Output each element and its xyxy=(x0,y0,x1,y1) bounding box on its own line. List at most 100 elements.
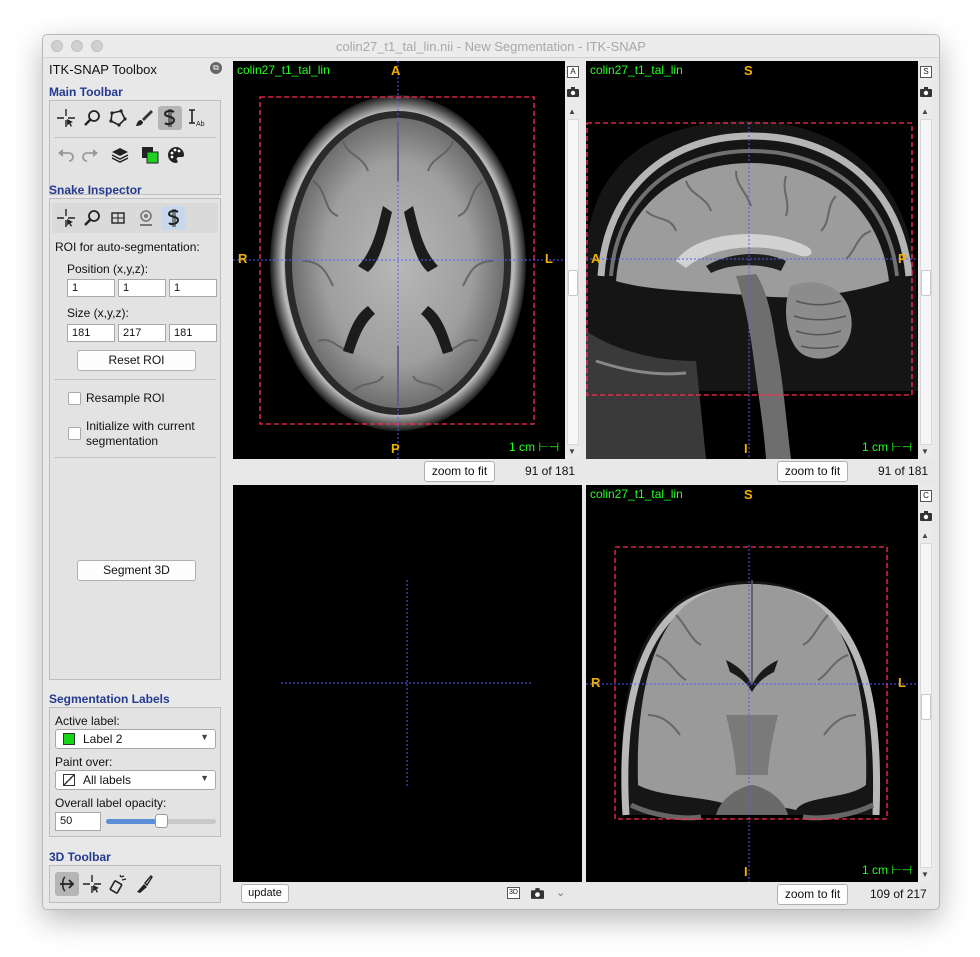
3d-layout-icon[interactable]: 3D xyxy=(507,887,520,899)
axial-layout-icon[interactable]: A xyxy=(567,66,579,78)
paint-over-value: All labels xyxy=(83,773,132,787)
undo-icon[interactable] xyxy=(54,143,78,167)
snake-tool-icon[interactable] xyxy=(158,106,182,130)
axial-view[interactable]: colin27_t1_tal_lin A P R L 1 cm ⊢⊣ xyxy=(233,61,565,459)
axial-view-sidebar: A ▲ ▼ xyxy=(565,61,581,459)
crosshair-tool-icon[interactable] xyxy=(54,106,78,130)
coronal-left-annotation: R xyxy=(591,675,601,690)
inspector-divider xyxy=(54,379,216,380)
position-x-field[interactable]: 1 xyxy=(67,279,115,297)
sagittal-view[interactable]: colin27_t1_tal_lin S I A P 1 cm ⊢⊣ xyxy=(586,61,918,459)
3d-crosshair-scene xyxy=(281,580,531,787)
sagittal-scroll-down-icon[interactable]: ▼ xyxy=(921,447,929,456)
step-roi-icon[interactable] xyxy=(106,206,130,230)
coronal-zoom-to-fit-button[interactable]: zoom to fit xyxy=(777,884,848,905)
size-y-field[interactable]: 217 xyxy=(118,324,166,342)
axial-view-footer: zoom to fit 91 of 181 xyxy=(233,459,581,483)
annotation-tool-icon[interactable]: Ab xyxy=(184,106,208,130)
axial-screenshot-camera-icon[interactable] xyxy=(567,87,579,97)
title-bar: colin27_t1_tal_lin.nii - New Segmentatio… xyxy=(43,35,939,58)
toolbar-divider xyxy=(54,137,216,138)
3d-view[interactable] xyxy=(233,485,582,882)
polygon-tool-icon[interactable] xyxy=(106,106,130,130)
3d-view-footer: update 3D ⌄ xyxy=(233,882,582,906)
size-label: Size (x,y,z): xyxy=(67,306,129,320)
coronal-slice-handle[interactable] xyxy=(921,694,931,720)
opacity-slider-handle[interactable] xyxy=(155,814,168,828)
axial-scale-bar: 1 cm ⊢⊣ xyxy=(509,440,560,454)
coronal-screenshot-camera-icon[interactable] xyxy=(920,511,932,521)
sagittal-view-footer: zoom to fit 91 of 181 xyxy=(586,459,934,483)
inspector-divider-2 xyxy=(54,457,216,458)
sagittal-scale-label: 1 cm xyxy=(862,440,889,454)
paintbrush-tool-icon[interactable] xyxy=(132,106,156,130)
axial-zoom-to-fit-button[interactable]: zoom to fit xyxy=(424,461,495,482)
opacity-slider-fill xyxy=(106,819,162,824)
axial-top-annotation: A xyxy=(391,63,401,78)
size-z-field[interactable]: 181 xyxy=(169,324,217,342)
sagittal-layout-icon[interactable]: S xyxy=(920,66,932,78)
opacity-slider[interactable] xyxy=(106,814,216,828)
opacity-caption: Overall label opacity: xyxy=(55,796,167,810)
active-label-dropdown[interactable]: Label 2 ▼ xyxy=(55,729,216,749)
spray-tool-icon[interactable] xyxy=(106,872,130,896)
redo-icon[interactable] xyxy=(78,143,102,167)
axial-brain-image xyxy=(233,61,565,459)
paint-over-caption: Paint over: xyxy=(55,755,113,769)
roi-heading: ROI for auto-segmentation: xyxy=(55,240,200,254)
position-z-field[interactable]: 1 xyxy=(169,279,217,297)
axial-slice-slider[interactable] xyxy=(567,119,579,445)
initialize-segmentation-checkbox[interactable] xyxy=(68,427,81,440)
color-map-icon[interactable] xyxy=(164,143,188,167)
3d-expand-chevron-icon[interactable]: ⌄ xyxy=(556,886,565,899)
coronal-scroll-up-icon[interactable]: ▲ xyxy=(921,531,929,540)
sagittal-image-name: colin27_t1_tal_lin xyxy=(590,63,683,77)
position-y-field[interactable]: 1 xyxy=(118,279,166,297)
axial-bottom-annotation: P xyxy=(391,441,400,456)
trackball-tool-icon[interactable] xyxy=(55,872,79,896)
label-editor-icon[interactable] xyxy=(138,143,162,167)
crosshair-3d-tool-icon[interactable] xyxy=(80,872,104,896)
toolbox-sidebar: ITK-SNAP Toolbox ⧉ Main Toolbar Ab Snake… xyxy=(43,58,233,909)
itk-snap-window: colin27_t1_tal_lin.nii - New Segmentatio… xyxy=(42,34,940,910)
axial-slice-number: 91 of 181 xyxy=(525,464,576,478)
axial-scroll-up-icon[interactable]: ▲ xyxy=(568,107,576,116)
sagittal-slice-slider[interactable] xyxy=(920,119,932,445)
3d-screenshot-camera-icon[interactable] xyxy=(531,888,544,899)
step-zoom-icon[interactable] xyxy=(80,206,104,230)
sagittal-zoom-to-fit-button[interactable]: zoom to fit xyxy=(777,461,848,482)
coronal-layout-icon[interactable]: C xyxy=(920,490,932,502)
coronal-scale-bar: 1 cm ⊢⊣ xyxy=(862,863,913,877)
coronal-scroll-down-icon[interactable]: ▼ xyxy=(921,870,929,879)
step-snake-icon[interactable] xyxy=(162,206,186,230)
initialize-label-line-2: segmentation xyxy=(86,434,159,448)
sagittal-left-annotation: A xyxy=(591,251,601,266)
3d-update-button[interactable]: update xyxy=(241,884,289,903)
step-preprocess-icon[interactable] xyxy=(134,206,158,230)
opacity-field[interactable]: 50 xyxy=(55,812,101,831)
paint-over-dropdown[interactable]: All labels ▼ xyxy=(55,770,216,790)
step-crosshair-icon[interactable] xyxy=(54,206,78,230)
reset-roi-button[interactable]: Reset ROI xyxy=(77,350,196,371)
coronal-slice-number: 109 of 217 xyxy=(870,887,927,901)
segmentation-labels-title: Segmentation Labels xyxy=(49,692,170,706)
zoom-tool-icon[interactable] xyxy=(80,106,104,130)
main-toolbar-title: Main Toolbar xyxy=(49,85,123,99)
coronal-brain-image xyxy=(586,545,918,882)
axial-scroll-down-icon[interactable]: ▼ xyxy=(568,447,576,456)
resample-roi-checkbox[interactable] xyxy=(68,392,81,405)
scalpel-tool-icon[interactable] xyxy=(132,872,156,896)
sagittal-screenshot-camera-icon[interactable] xyxy=(920,87,932,97)
undock-icon[interactable]: ⧉ xyxy=(210,62,222,74)
coronal-view[interactable]: colin27_t1_tal_lin S I R L 1 cm ⊢⊣ xyxy=(586,485,918,882)
sagittal-scroll-up-icon[interactable]: ▲ xyxy=(921,107,929,116)
segment-3d-button[interactable]: Segment 3D xyxy=(77,560,196,581)
coronal-slice-slider[interactable] xyxy=(920,543,932,868)
sagittal-slice-handle[interactable] xyxy=(921,270,931,296)
size-x-field[interactable]: 181 xyxy=(67,324,115,342)
svg-text:Ab: Ab xyxy=(196,121,205,128)
axial-slice-handle[interactable] xyxy=(568,270,578,296)
toolbar-3d-panel xyxy=(49,865,221,903)
snake-inspector-title: Snake Inspector xyxy=(49,183,142,197)
layers-icon[interactable] xyxy=(108,143,132,167)
